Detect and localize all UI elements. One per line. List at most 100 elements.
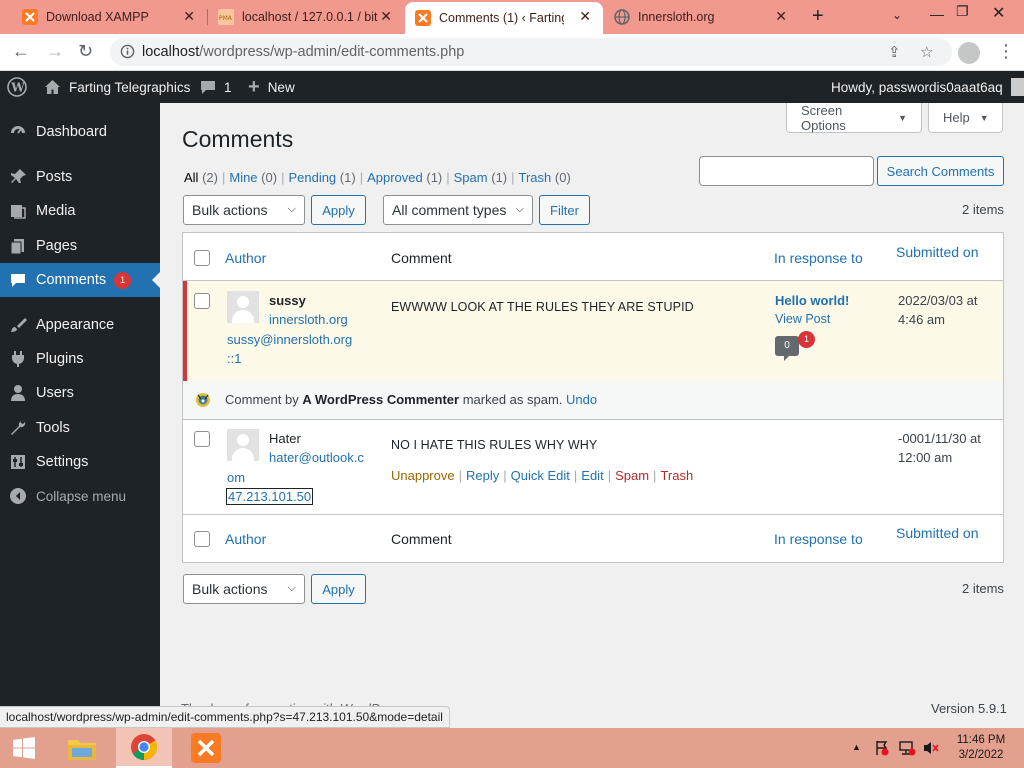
- row-checkbox[interactable]: [194, 293, 210, 309]
- column-submitted-on[interactable]: Submitted on: [896, 244, 979, 260]
- screen-options-button[interactable]: Screen Options ▼: [786, 103, 922, 133]
- volume-muted-icon[interactable]: [922, 740, 940, 759]
- taskbar-clock[interactable]: 11:46 PM 3/2/2022: [948, 733, 1014, 763]
- filter-pending[interactable]: Pending (1): [288, 170, 355, 185]
- close-icon[interactable]: ✕: [183, 9, 195, 23]
- edit-link[interactable]: Edit: [581, 468, 603, 483]
- filter-trash[interactable]: Trash (0): [519, 170, 571, 185]
- comment-author-ip[interactable]: ::1: [227, 351, 241, 366]
- column-author[interactable]: Author: [225, 250, 266, 266]
- sidebar-item-appearance[interactable]: Appearance: [0, 308, 160, 342]
- column-in-response-to[interactable]: In response to: [774, 250, 863, 266]
- sidebar-item-settings[interactable]: Settings: [0, 445, 160, 479]
- user-icon: [0, 384, 36, 402]
- quick-edit-link[interactable]: Quick Edit: [511, 468, 570, 483]
- approved-comments-bubble[interactable]: 0: [775, 336, 799, 361]
- my-account-link[interactable]: Howdy, passwordis0aaat6aq: [831, 71, 1024, 103]
- select-all-checkbox-bottom[interactable]: [194, 531, 210, 547]
- new-tab-plus-icon[interactable]: +: [812, 6, 824, 26]
- comment-author-url[interactable]: innersloth.org: [269, 312, 348, 327]
- tab-innersloth[interactable]: Innersloth.org ✕: [604, 0, 799, 34]
- comments-bubble-link[interactable]: 1: [200, 71, 232, 103]
- undo-link[interactable]: Undo: [566, 392, 597, 407]
- comment-date[interactable]: -0001/11/30 at: [898, 431, 981, 446]
- start-button[interactable]: [0, 728, 48, 768]
- response-post-link[interactable]: Hello world!: [775, 293, 849, 308]
- filter-approved[interactable]: Approved (1): [367, 170, 442, 185]
- restore-icon[interactable]: ❐: [956, 3, 969, 20]
- action-center-flag-icon[interactable]: [874, 740, 890, 759]
- column-in-response-to-footer[interactable]: In response to: [774, 531, 863, 547]
- close-icon[interactable]: ✕: [775, 9, 787, 23]
- browser-menu-icon[interactable]: ⋮: [997, 42, 1015, 60]
- tab-title: Innersloth.org: [638, 10, 715, 24]
- chrome-button[interactable]: [116, 728, 172, 768]
- select-all-checkbox[interactable]: [194, 250, 210, 266]
- comment-search-input[interactable]: [699, 156, 874, 186]
- spam-notice-text: Comment by A WordPress Commenter marked …: [225, 392, 598, 407]
- comment-type-select[interactable]: All comment types ⌵: [383, 195, 533, 225]
- comment-date[interactable]: 2022/03/03 at: [898, 293, 978, 308]
- comment-time[interactable]: 12:00 am: [898, 450, 952, 465]
- sidebar-item-pages[interactable]: Pages: [0, 229, 160, 263]
- sidebar-item-users[interactable]: Users: [0, 376, 160, 410]
- trash-link[interactable]: Trash: [660, 468, 693, 483]
- network-icon[interactable]: [898, 740, 916, 759]
- tab-download-xampp[interactable]: Download XAMPP ✕: [12, 0, 207, 34]
- tab-search-chevron-icon[interactable]: ⌄: [892, 8, 902, 22]
- apply-button-top[interactable]: Apply: [311, 195, 366, 225]
- sidebar-item-dashboard[interactable]: Dashboard: [0, 115, 160, 149]
- window-close-icon[interactable]: ✕: [992, 3, 1005, 23]
- url-omnibox[interactable]: localhost/wordpress/wp-admin/edit-commen…: [110, 38, 952, 66]
- comment-author-email-wrap[interactable]: om: [227, 470, 245, 485]
- profile-avatar-icon[interactable]: [958, 42, 980, 64]
- bulk-actions-select-bottom[interactable]: Bulk actions ⌵: [183, 574, 305, 604]
- search-comments-button[interactable]: Search Comments: [877, 156, 1004, 186]
- unapprove-link[interactable]: Unapprove: [391, 468, 455, 483]
- wordpress-logo-icon[interactable]: W: [7, 71, 27, 103]
- xampp-button[interactable]: [178, 728, 234, 768]
- file-explorer-button[interactable]: [54, 728, 110, 768]
- tray-overflow-icon[interactable]: ▲: [852, 742, 861, 752]
- close-icon[interactable]: ✕: [579, 9, 591, 23]
- tab-phpmyadmin[interactable]: PMA localhost / 127.0.0.1 / bit ✕: [208, 0, 404, 34]
- spam-link[interactable]: Spam: [615, 468, 649, 483]
- reply-link[interactable]: Reply: [466, 468, 499, 483]
- view-post-link[interactable]: View Post: [775, 312, 830, 326]
- comment-time[interactable]: 4:46 am: [898, 312, 945, 327]
- comment-author-email[interactable]: hater@outlook.c: [269, 450, 364, 465]
- site-info-icon[interactable]: [120, 44, 135, 62]
- help-button[interactable]: Help ▼: [928, 103, 1003, 133]
- comment-author-ip[interactable]: 47.213.101.50: [226, 488, 314, 505]
- back-arrow-icon[interactable]: ←: [12, 42, 30, 60]
- sidebar-item-media[interactable]: Media: [0, 194, 160, 228]
- bookmark-star-icon[interactable]: ☆: [920, 43, 933, 61]
- column-submitted-on-footer[interactable]: Submitted on: [896, 525, 979, 541]
- filter-spam[interactable]: Spam (1): [454, 170, 507, 185]
- collapse-menu-button[interactable]: Collapse menu: [0, 479, 160, 513]
- reload-icon[interactable]: ↻: [78, 42, 93, 60]
- sidebar-item-posts[interactable]: Posts: [0, 160, 160, 194]
- tab-comments[interactable]: Comments (1) ‹ Farting T ✕: [405, 2, 603, 34]
- share-icon[interactable]: ⇪: [888, 43, 901, 61]
- site-name-link[interactable]: Farting Telegraphics: [44, 71, 190, 103]
- filter-all[interactable]: All (2): [184, 170, 218, 185]
- xampp-icon: [191, 733, 221, 763]
- sidebar-item-plugins[interactable]: Plugins: [0, 342, 160, 376]
- home-icon: [44, 79, 61, 95]
- apply-button-bottom[interactable]: Apply: [311, 574, 366, 604]
- new-content-link[interactable]: + New: [248, 71, 295, 103]
- filter-mine[interactable]: Mine (0): [229, 170, 277, 185]
- forward-arrow-icon[interactable]: →: [46, 42, 64, 60]
- sidebar-item-comments[interactable]: Comments 1: [0, 263, 160, 297]
- footer-divider: [183, 514, 1003, 515]
- close-icon[interactable]: ✕: [380, 9, 392, 23]
- pending-comments-badge[interactable]: 1: [798, 331, 815, 348]
- row-checkbox[interactable]: [194, 431, 210, 447]
- column-author-footer[interactable]: Author: [225, 531, 266, 547]
- sidebar-item-tools[interactable]: Tools: [0, 411, 160, 445]
- minimize-icon[interactable]: —: [930, 6, 944, 22]
- bulk-actions-select-top[interactable]: Bulk actions ⌵: [183, 195, 305, 225]
- comment-author-email[interactable]: sussy@innersloth.org: [227, 332, 352, 347]
- filter-button[interactable]: Filter: [539, 195, 590, 225]
